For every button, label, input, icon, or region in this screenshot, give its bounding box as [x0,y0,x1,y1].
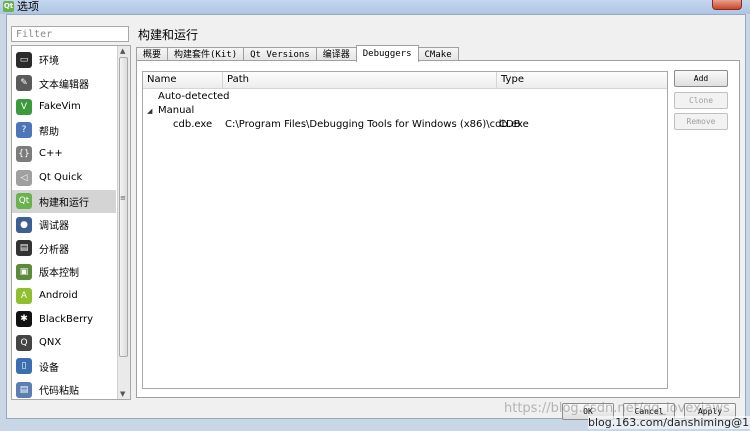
scroll-down-arrow-icon[interactable]: ▼ [120,390,125,398]
sidebar-item-7[interactable]: ● 调试器 [12,213,116,236]
sidebar-item-label: 版本控制 [39,268,79,280]
watermark-overlay: https://blog.csdn.net/qq_lovexiaws [504,401,730,416]
options-dialog: Filter ▭ 环境 ✎ 文本编辑器 V FakeVim? 帮助 {} C++ ◁ Qt Quic… [6,14,746,420]
vim-icon: V [16,98,32,115]
column-path[interactable]: Path [223,72,497,88]
tree-header: Name Path Type [143,72,667,89]
monitor-icon: ▭ [16,51,32,68]
android-icon: A [16,287,32,304]
sidebar-item-5[interactable]: ◁ Qt Quick [12,166,116,189]
braces-icon: {} [16,145,32,162]
scroll-up-arrow-icon[interactable]: ▲ [120,47,125,55]
debugger-path-cell[interactable]: C:\Program Files\Debugging Tools for Win… [225,118,529,132]
title-bar: Qt 选项 [0,0,750,14]
sidebar-item-9[interactable]: ▣ 版本控制 [12,260,116,283]
sidebar-item-label: QNX [39,337,62,349]
window-title: 选项 [17,0,39,13]
sidebar-item-label: 帮助 [39,126,59,138]
scrollbar-thumb[interactable] [119,57,128,357]
tab-debuggers[interactable]: Debuggers [355,45,419,62]
version-control-icon: ▣ [16,263,32,280]
device-icon: ▯ [16,358,32,375]
sidebar-item-label: 调试器 [39,221,69,233]
sidebar-item-10[interactable]: A Android [12,284,116,307]
remove-button[interactable]: Remove [674,113,728,130]
text-editor-icon: ✎ [16,75,32,92]
page-title: 构建和运行 [138,28,199,42]
qt-quick-icon: ◁ [16,169,32,186]
options-sidebar: ▭ 环境 ✎ 文本编辑器 V FakeVim? 帮助 {} C++ ◁ Qt Quick Qt 构建和运… [11,45,131,400]
blackberry-icon: ✱ [16,311,32,328]
sidebar-item-4[interactable]: {} C++ [12,142,116,165]
tab-bar: 概要 构建套件(Kit) Qt Versions 编译器 Debuggers C… [136,45,459,62]
column-type[interactable]: Type [497,72,667,88]
qt-build-icon: Qt [16,193,32,210]
sidebar-item-label: 设备 [39,362,59,374]
debugger-icon: ● [16,216,32,233]
sidebar-item-0[interactable]: ▭ 环境 [12,48,116,71]
sidebar-item-11[interactable]: ✱ BlackBerry [12,308,116,331]
sidebar-item-13[interactable]: ▯ 设备 [12,355,116,378]
column-name[interactable]: Name [143,72,223,88]
sidebar-item-3[interactable]: ? 帮助 [12,119,116,142]
sidebar-item-label: Qt Quick [39,172,83,183]
add-button[interactable]: Add [674,70,728,87]
sidebar-item-label: 分析器 [39,244,69,256]
help-icon: ? [16,122,32,139]
sidebar-item-label: 文本编辑器 [39,79,89,91]
qt-app-icon: Qt [3,1,14,12]
sidebar-item-label: 构建和运行 [39,197,89,209]
filter-input[interactable]: Filter [11,26,129,42]
qnx-icon: Q [16,334,32,351]
tree-group-manual[interactable]: Manual [158,104,194,118]
sidebar-item-1[interactable]: ✎ 文本编辑器 [12,72,116,95]
sidebar-item-label: FakeVim [39,101,81,113]
close-button[interactable] [712,0,742,10]
sidebar-item-14[interactable]: ▤ 代码粘贴 [12,378,116,399]
expand-arrow-icon[interactable]: ◢ [147,104,152,118]
paste-icon: ▤ [16,381,32,398]
debuggers-tree: Name Path Type Auto-detected ◢ Manual cd… [142,71,668,389]
sidebar-item-8[interactable]: ▤ 分析器 [12,237,116,260]
sidebar-item-2[interactable]: V FakeVim [12,95,116,118]
debugger-name-cell[interactable]: cdb.exe [173,118,212,132]
clone-button[interactable]: Clone [674,92,728,109]
analyzer-icon: ▤ [16,240,32,257]
sidebar-item-label: BlackBerry [39,313,94,325]
tree-group-auto-detected[interactable]: Auto-detected [158,90,230,104]
sidebar-item-label: 代码粘贴 [39,386,79,398]
sidebar-item-6[interactable]: Qt 构建和运行 [12,189,116,213]
sidebar-item-label: 环境 [39,56,59,67]
debugger-type-cell[interactable]: CDB [499,118,521,132]
sidebar-item-label: C++ [39,148,63,160]
sidebar-item-label: Android [39,290,78,301]
watermark-credit: blog.163.com/danshiming@126 [588,416,750,429]
debuggers-pane: Name Path Type Auto-detected ◢ Manual cd… [136,60,740,398]
sidebar-item-12[interactable]: Q QNX [12,331,116,354]
sidebar-scrollbar[interactable]: ▲ ≡ ▼ [117,46,130,399]
scrollbar-grip-icon: ≡ [120,194,126,202]
